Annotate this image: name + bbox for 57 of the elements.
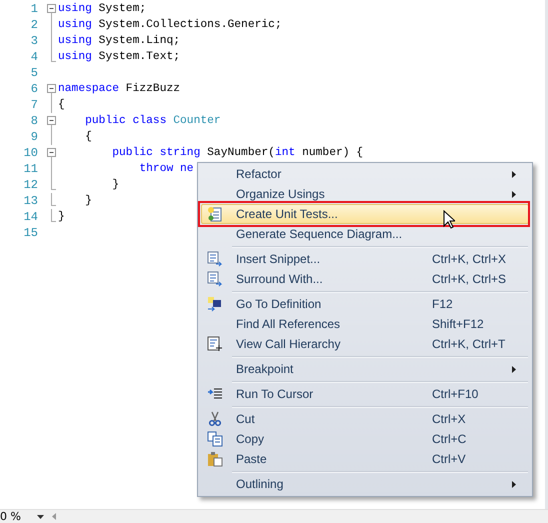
line-number: 10 [22,146,38,160]
copy-icon [207,431,223,447]
menu-item[interactable]: Organize Usings [201,184,529,204]
line-number: 1 [30,2,38,16]
menu-item[interactable]: Go To Definition F12 [201,294,529,314]
menu-item[interactable]: Paste Ctrl+V [201,449,529,469]
code-line: throw ne [138,163,194,175]
line-number: 14 [22,210,38,224]
collapse-icon[interactable] [46,113,56,129]
line-number: 11 [22,162,38,176]
menu-item[interactable]: View Call Hierarchy Ctrl+K, Ctrl+T [201,334,529,354]
menu-item[interactable]: Refactor [201,164,529,184]
menu-item[interactable]: Surround With... Ctrl+K, Ctrl+S [201,269,529,289]
menu-item[interactable]: Breakpoint [201,359,529,379]
code-line: using System.Linq; [58,35,180,47]
hierarchy-icon [207,336,223,352]
collapse-icon[interactable] [46,81,56,97]
code-line: public class Counter [84,115,221,127]
code-line: } [84,195,92,207]
snippet-icon [207,271,223,287]
line-number: 8 [30,114,38,128]
menu-item[interactable]: Outlining [201,474,529,494]
menu-item[interactable]: Run To Cursor Ctrl+F10 [201,384,529,404]
line-number: 15 [22,226,38,240]
code-line: } [111,179,120,191]
code-line: namespace FizzBuzz [58,83,180,95]
line-number: 12 [22,178,38,192]
line-number: 4 [30,50,38,64]
code-line: { [58,99,65,111]
line-number: 13 [22,194,38,208]
paste-icon [207,451,223,467]
line-number: 2 [30,18,38,32]
menu-item[interactable]: Cut Ctrl+X [201,409,529,429]
code-line: using System.Collections.Generic; [58,19,282,31]
zoom-dropdown[interactable]: 0 % [0,510,46,523]
code-line: public string SayNumber(int number) { [111,147,364,159]
code-line: } [58,211,65,223]
menu-item[interactable]: Copy Ctrl+C [201,429,529,449]
definition-icon [207,296,223,312]
unit-test-icon [207,206,223,222]
line-number: 9 [30,130,38,144]
snippet-icon [207,251,223,267]
code-line: { [84,131,92,143]
line-number: 3 [30,34,38,48]
collapse-icon[interactable] [46,145,56,161]
caret-icon [37,514,44,518]
menu-item[interactable]: Insert Snippet... Ctrl+K, Ctrl+X [201,249,529,269]
line-number: 7 [30,98,38,112]
menu-item[interactable]: Generate Sequence Diagram... [201,224,529,244]
menu-item[interactable]: Find All References Shift+F12 [201,314,529,334]
collapse-icon[interactable] [46,1,56,17]
code-line: using System; [58,3,146,15]
line-number: 5 [30,66,38,80]
scissors-icon [207,411,223,427]
mouse-pointer-icon [443,210,455,229]
code-line: using System.Text; [58,51,180,63]
line-number: 6 [30,82,38,96]
